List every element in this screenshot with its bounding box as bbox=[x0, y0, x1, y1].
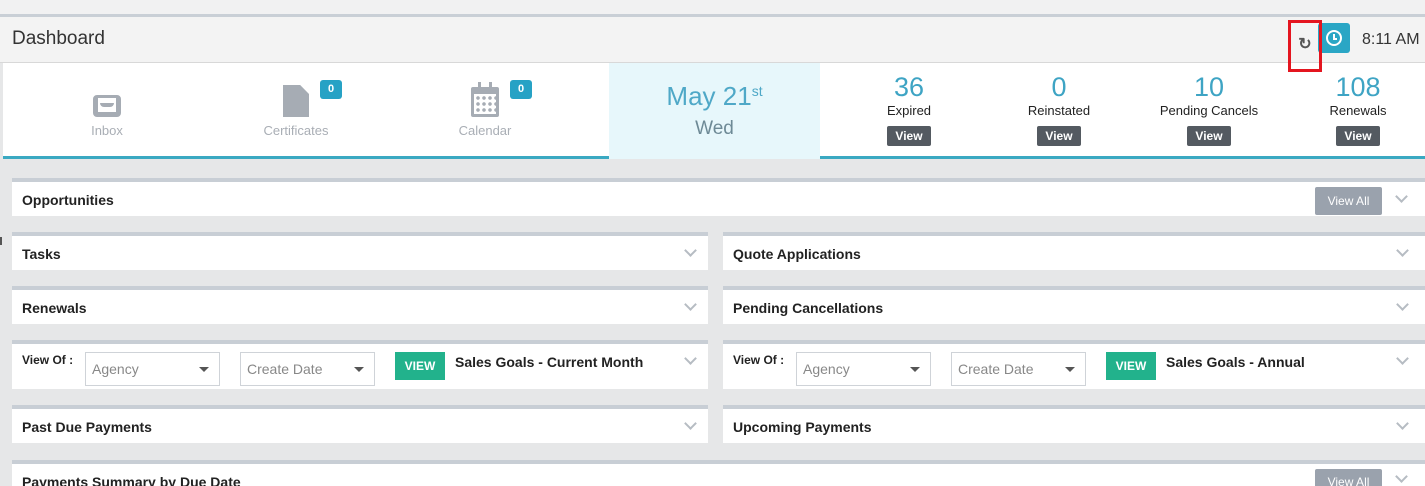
view-pending-cancels-button[interactable]: View bbox=[1187, 126, 1231, 146]
tasks-panel: Tasks bbox=[12, 232, 708, 270]
pending-cancellations-panel: Pending Cancellations bbox=[723, 286, 1425, 324]
view-of-label: View Of : bbox=[22, 353, 74, 367]
chevron-down-icon[interactable] bbox=[684, 244, 697, 257]
date-display: May 21st Wed bbox=[609, 63, 820, 159]
chevron-down-icon[interactable] bbox=[1395, 190, 1408, 203]
view-sales-annual-button[interactable]: VIEW bbox=[1106, 352, 1156, 380]
stat-value: 108 bbox=[1335, 72, 1381, 102]
stat-value: 36 bbox=[893, 72, 925, 102]
agency-select-value: Agency bbox=[803, 361, 850, 377]
month-day-text: May 21 bbox=[666, 81, 752, 111]
stat-renewals: 108 Renewals View bbox=[1283, 73, 1425, 146]
chevron-down-icon[interactable] bbox=[684, 417, 697, 430]
page-title: Dashboard bbox=[12, 28, 105, 49]
calendar-icon bbox=[471, 82, 499, 117]
stat-expired: 36 Expired View bbox=[834, 73, 984, 146]
clock-button[interactable] bbox=[1318, 23, 1350, 53]
sales-goals-month-panel: View Of : Agency Create Date VIEW Sales … bbox=[12, 340, 708, 389]
current-time: 8:11 AM bbox=[1362, 31, 1420, 48]
panel-title: Payments Summary by Due Date bbox=[22, 474, 241, 486]
caret-down-icon bbox=[354, 367, 364, 372]
dashboard-header: Dashboard ↻ 8:11 AM bbox=[0, 17, 1425, 72]
certificate-icon bbox=[283, 85, 309, 117]
chevron-down-icon[interactable] bbox=[684, 298, 697, 311]
quick-link-label: Calendar bbox=[458, 123, 512, 138]
panel-title: Past Due Payments bbox=[22, 419, 152, 435]
view-renewals-button[interactable]: View bbox=[1336, 126, 1380, 146]
panel-title: Upcoming Payments bbox=[733, 419, 872, 435]
sales-goals-annual-panel: View Of : Agency Create Date VIEW Sales … bbox=[723, 340, 1425, 389]
stat-value: 0 bbox=[1051, 72, 1067, 102]
payments-summary-view-all-button[interactable]: View All bbox=[1315, 469, 1382, 486]
caret-down-icon bbox=[199, 367, 209, 372]
panel-title: Renewals bbox=[22, 300, 87, 316]
view-reinstated-button[interactable]: View bbox=[1037, 126, 1081, 146]
panel-title: Sales Goals - Current Month bbox=[455, 354, 644, 370]
stat-reinstated: 0 Reinstated View bbox=[984, 73, 1134, 146]
certificates-badge: 0 bbox=[320, 80, 342, 99]
agency-select-value: Agency bbox=[92, 361, 139, 377]
quote-applications-panel: Quote Applications bbox=[723, 232, 1425, 270]
stat-pending-cancels: 10 Pending Cancels View bbox=[1134, 73, 1284, 146]
stat-label: Pending Cancels bbox=[1159, 103, 1259, 118]
highlight-box bbox=[1288, 20, 1322, 72]
panel-title: Sales Goals - Annual bbox=[1166, 354, 1305, 370]
chevron-down-icon[interactable] bbox=[684, 352, 697, 365]
stats-bar: Inbox Certificates 0 Calendar 0 May 21st… bbox=[3, 63, 1425, 159]
panel-title: Pending Cancellations bbox=[733, 300, 884, 316]
agency-select[interactable]: Agency bbox=[85, 352, 220, 386]
stat-value: 10 bbox=[1193, 72, 1225, 102]
view-sales-month-button[interactable]: VIEW bbox=[395, 352, 445, 380]
panel-title: Tasks bbox=[22, 246, 61, 262]
create-date-select-value: Create Date bbox=[958, 361, 1034, 377]
top-strip bbox=[0, 0, 1425, 14]
date-suffix: st bbox=[751, 83, 763, 99]
upcoming-payments-panel: Upcoming Payments bbox=[723, 405, 1425, 443]
create-date-select[interactable]: Create Date bbox=[240, 352, 375, 386]
chevron-down-icon[interactable] bbox=[1395, 470, 1408, 483]
calendar-badge: 0 bbox=[510, 80, 532, 99]
renewals-panel: Renewals bbox=[12, 286, 708, 324]
agency-select[interactable]: Agency bbox=[796, 352, 931, 386]
opportunities-panel: Opportunities View All bbox=[12, 178, 1425, 216]
opportunities-view-all-button[interactable]: View All bbox=[1315, 187, 1382, 215]
view-expired-button[interactable]: View bbox=[887, 126, 931, 146]
chevron-down-icon[interactable] bbox=[1396, 244, 1409, 257]
chevron-down-icon[interactable] bbox=[1396, 417, 1409, 430]
create-date-select[interactable]: Create Date bbox=[951, 352, 1086, 386]
inbox-icon bbox=[93, 95, 121, 117]
chevron-down-icon[interactable] bbox=[1396, 352, 1409, 365]
clock-icon bbox=[1326, 30, 1342, 46]
caret-down-icon bbox=[910, 367, 920, 372]
payments-summary-panel: Payments Summary by Due Date View All bbox=[12, 460, 1425, 486]
stat-label: Expired bbox=[886, 103, 932, 118]
past-due-payments-panel: Past Due Payments bbox=[12, 405, 708, 443]
view-of-label: View Of : bbox=[733, 353, 785, 367]
stat-label: Reinstated bbox=[1027, 103, 1091, 118]
date-month-day: May 21st bbox=[609, 81, 820, 112]
create-date-select-value: Create Date bbox=[247, 361, 323, 377]
caret-down-icon bbox=[1065, 367, 1075, 372]
panel-title: Opportunities bbox=[22, 192, 114, 208]
quick-link-inbox[interactable]: Inbox bbox=[52, 87, 162, 138]
quick-link-label: Certificates bbox=[263, 123, 329, 138]
panel-title: Quote Applications bbox=[733, 246, 861, 262]
stat-label: Renewals bbox=[1329, 103, 1387, 118]
chevron-down-icon[interactable] bbox=[1396, 298, 1409, 311]
date-weekday: Wed bbox=[695, 118, 734, 139]
left-edge-marker bbox=[0, 237, 2, 245]
quick-link-label: Inbox bbox=[91, 123, 123, 138]
